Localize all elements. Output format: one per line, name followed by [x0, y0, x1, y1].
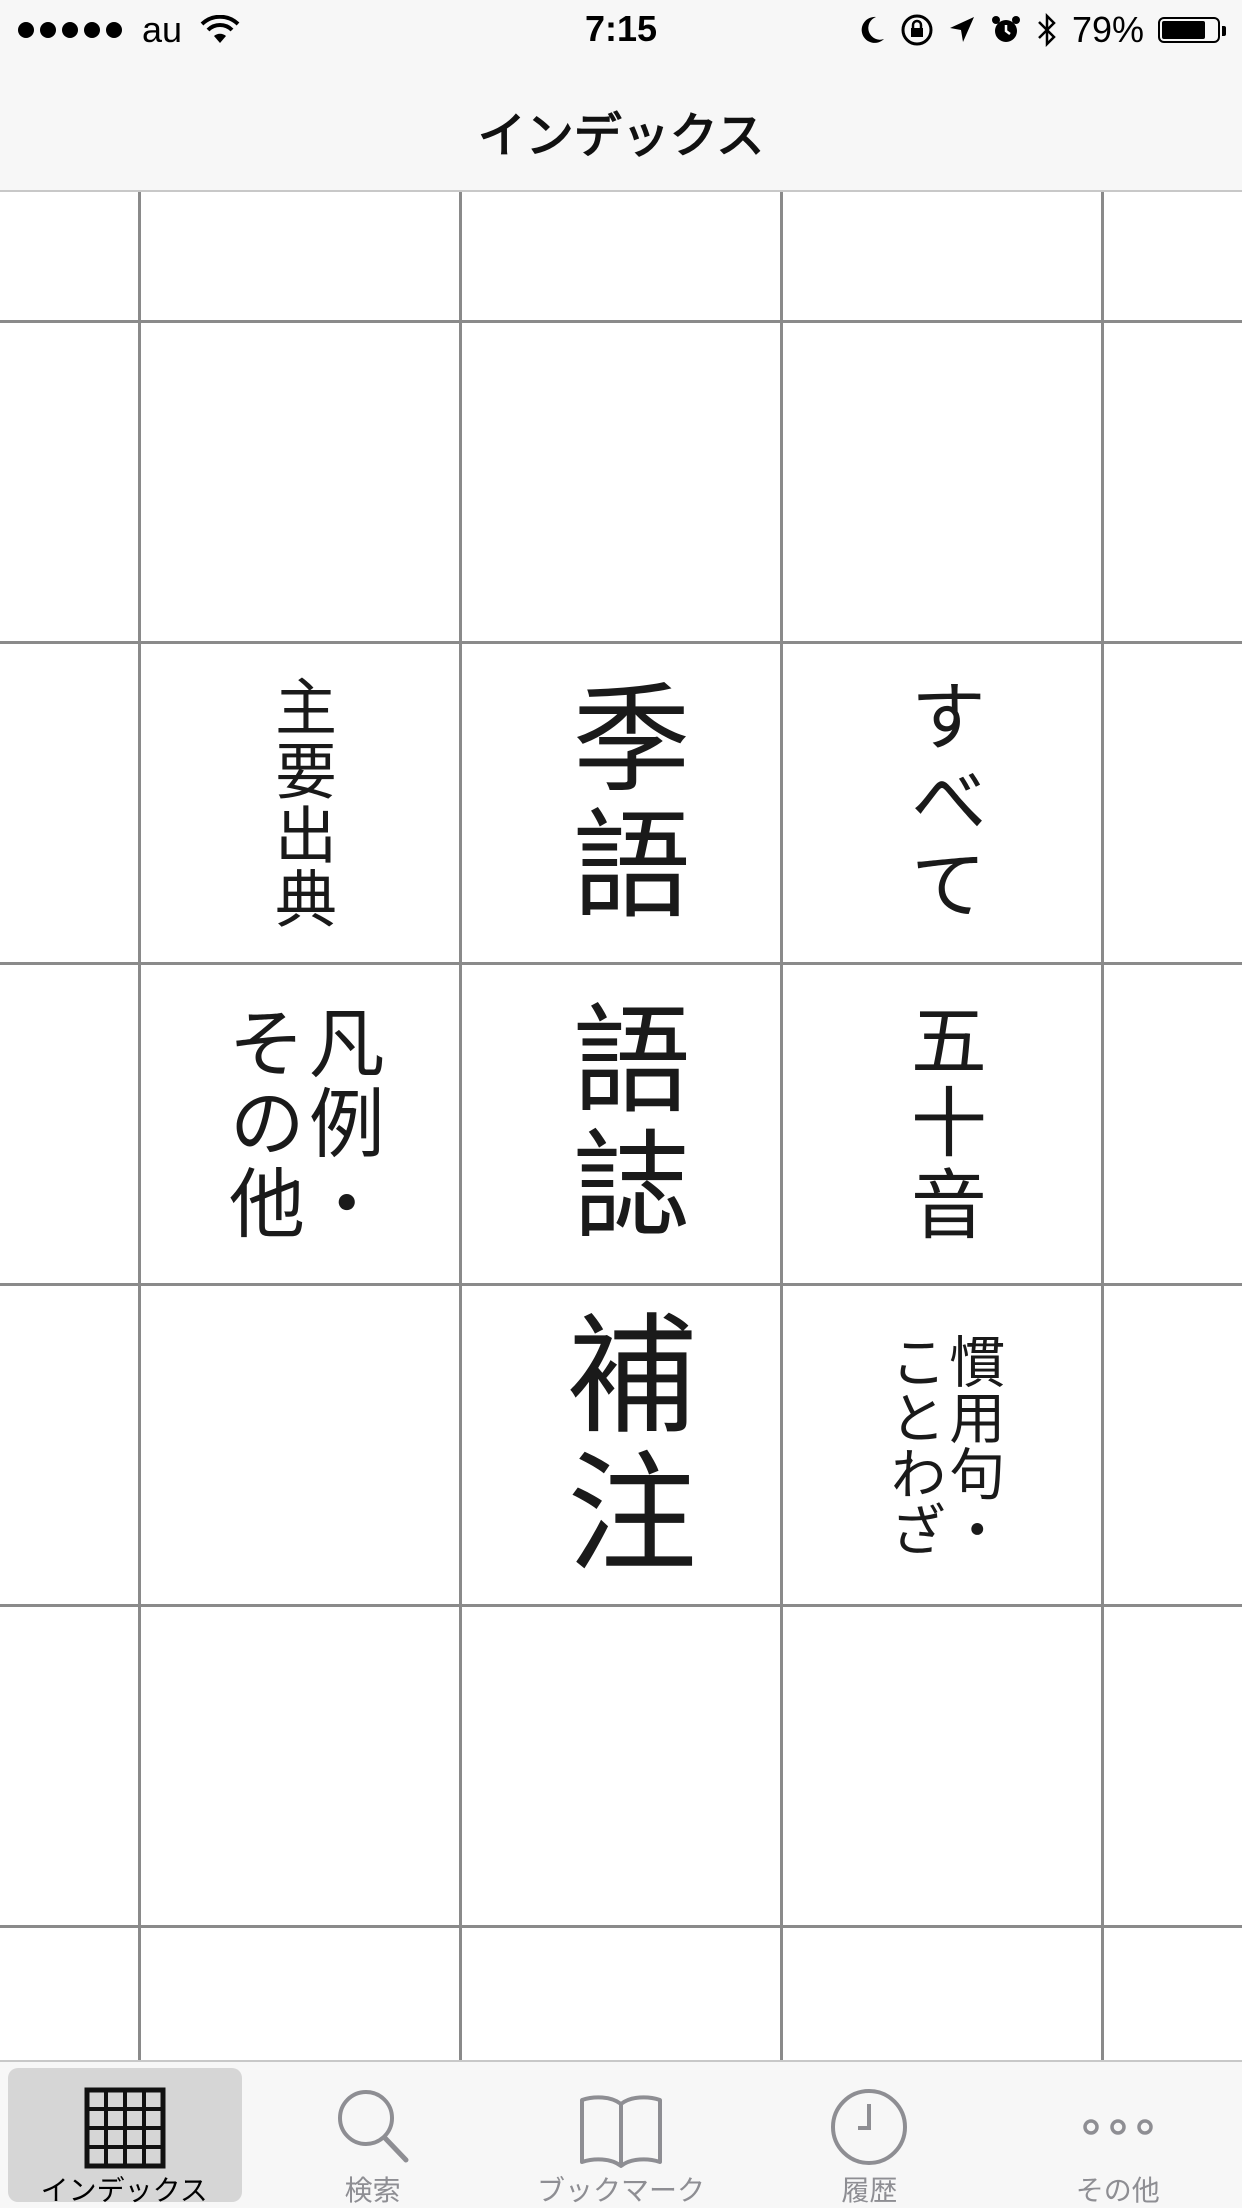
tab-label: 検索 — [344, 2174, 401, 2207]
index-cell-kanyouku-kotowaza[interactable]: 慣用句・ ことわざ — [783, 1286, 1101, 1604]
grid-line — [0, 1925, 1242, 1928]
tab-index[interactable]: インデックス — [0, 2062, 248, 2208]
index-cell-label-line: 慣用句・ — [939, 1333, 1005, 1557]
tab-label: インデックス — [40, 2174, 208, 2207]
index-cell-label: 季語 — [552, 677, 690, 929]
index-cell-label-group: 慣用句・ ことわざ — [881, 1333, 1005, 1557]
moon-icon — [861, 16, 884, 43]
page-title: インデックス — [477, 108, 765, 164]
alarm-icon — [991, 16, 1020, 42]
magnifier-icon — [337, 2090, 409, 2163]
open-book-icon — [579, 2095, 662, 2168]
index-cell-label-group: 凡例・ その他 — [216, 1004, 385, 1244]
tab-label: ブックマーク — [536, 2174, 705, 2207]
tab-bar: インデックス 検索 ブックマーク 履歴 その他 — [0, 2060, 1242, 2208]
index-cell-label: すべて — [897, 677, 987, 929]
index-cell-shuyou-shutten[interactable]: 主要出典 — [141, 644, 459, 962]
grid-line — [1101, 192, 1104, 2060]
index-cell-label: 補注 — [545, 1307, 697, 1583]
tab-bookmark[interactable]: ブックマーク — [497, 2062, 745, 2208]
index-cell-label: 語誌 — [552, 998, 690, 1250]
tab-label: 履歴 — [841, 2174, 898, 2207]
grid-line — [0, 1604, 1242, 1607]
index-cell-kigo[interactable]: 季語 — [462, 644, 780, 962]
index-grid: 主要出典 季語 すべて 凡例・ その他 語誌 五十音 補注 慣用句・ ことわざ — [0, 192, 1242, 2060]
tab-history[interactable]: 履歴 — [745, 2062, 993, 2208]
index-cell-label-line: 凡例・ — [295, 1004, 385, 1244]
battery-percent: 79% — [1071, 9, 1144, 50]
battery-icon — [1158, 17, 1226, 43]
index-cell-label: 五十音 — [897, 1001, 987, 1247]
index-cell-label-line: ことわざ — [881, 1333, 946, 1557]
navigation-bar: インデックス — [0, 60, 1242, 192]
bluetooth-icon — [1038, 13, 1056, 47]
index-cell-goshi[interactable]: 語誌 — [462, 965, 780, 1283]
rotation-lock-icon — [901, 14, 933, 46]
index-cell-hanrei-sonota[interactable]: 凡例・ その他 — [141, 965, 459, 1283]
index-cell-label-line: その他 — [216, 1004, 305, 1244]
clock-icon — [831, 2089, 908, 2165]
tab-search[interactable]: 検索 — [248, 2062, 496, 2208]
status-right: 79% — [858, 8, 1226, 52]
location-icon — [949, 17, 974, 42]
battery-level — [1162, 21, 1205, 39]
index-cell-subete[interactable]: すべて — [783, 644, 1101, 962]
grid-icon — [84, 2087, 166, 2169]
ellipsis-icon — [1083, 2119, 1153, 2135]
index-cell-label: 主要出典 — [264, 675, 337, 931]
index-cell-gojuuon[interactable]: 五十音 — [783, 965, 1101, 1283]
tab-label: その他 — [1075, 2174, 1160, 2207]
grid-line — [0, 320, 1242, 323]
index-cell-hochuu[interactable]: 補注 — [462, 1286, 780, 1604]
tab-more[interactable]: その他 — [994, 2062, 1242, 2208]
status-bar: au 7:15 79% — [0, 0, 1242, 60]
